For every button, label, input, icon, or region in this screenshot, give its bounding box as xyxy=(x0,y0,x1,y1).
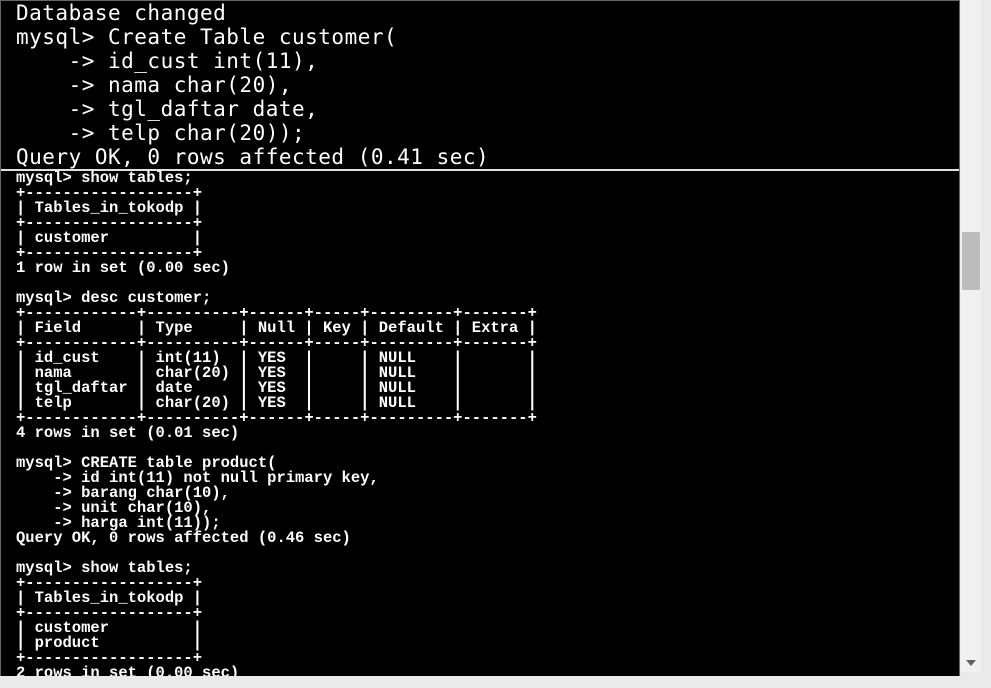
terminal-output[interactable]: Database changed mysql> Create Table cus… xyxy=(1,1,959,687)
output-line: -> nama char(20), xyxy=(16,73,292,97)
output-line: 1 row in set (0.00 sec) xyxy=(16,259,230,277)
terminal-segment-bottom: mysql> show tables; +------------------+… xyxy=(1,171,959,681)
scroll-down-arrow-icon[interactable] xyxy=(961,654,981,672)
output-line: Database changed xyxy=(16,1,226,25)
output-line: 4 rows in set (0.01 sec) xyxy=(16,424,239,442)
output-line: -> tgl_daftar date, xyxy=(16,97,318,121)
scrollbar-thumb[interactable] xyxy=(962,232,980,290)
output-line: Query OK, 0 rows affected (0.46 sec) xyxy=(16,529,351,547)
page-bottom-strip xyxy=(0,676,991,688)
vertical-scrollbar[interactable] xyxy=(961,0,981,672)
output-line: mysql> Create Table customer( xyxy=(16,25,397,49)
output-line: Query OK, 0 rows affected (0.41 sec) xyxy=(16,145,489,169)
terminal-window: Database changed mysql> Create Table cus… xyxy=(0,0,960,688)
output-line: -> telp char(20)); xyxy=(16,121,305,145)
terminal-segment-top: Database changed mysql> Create Table cus… xyxy=(1,1,959,169)
output-line: -> id_cust int(11), xyxy=(16,49,318,73)
